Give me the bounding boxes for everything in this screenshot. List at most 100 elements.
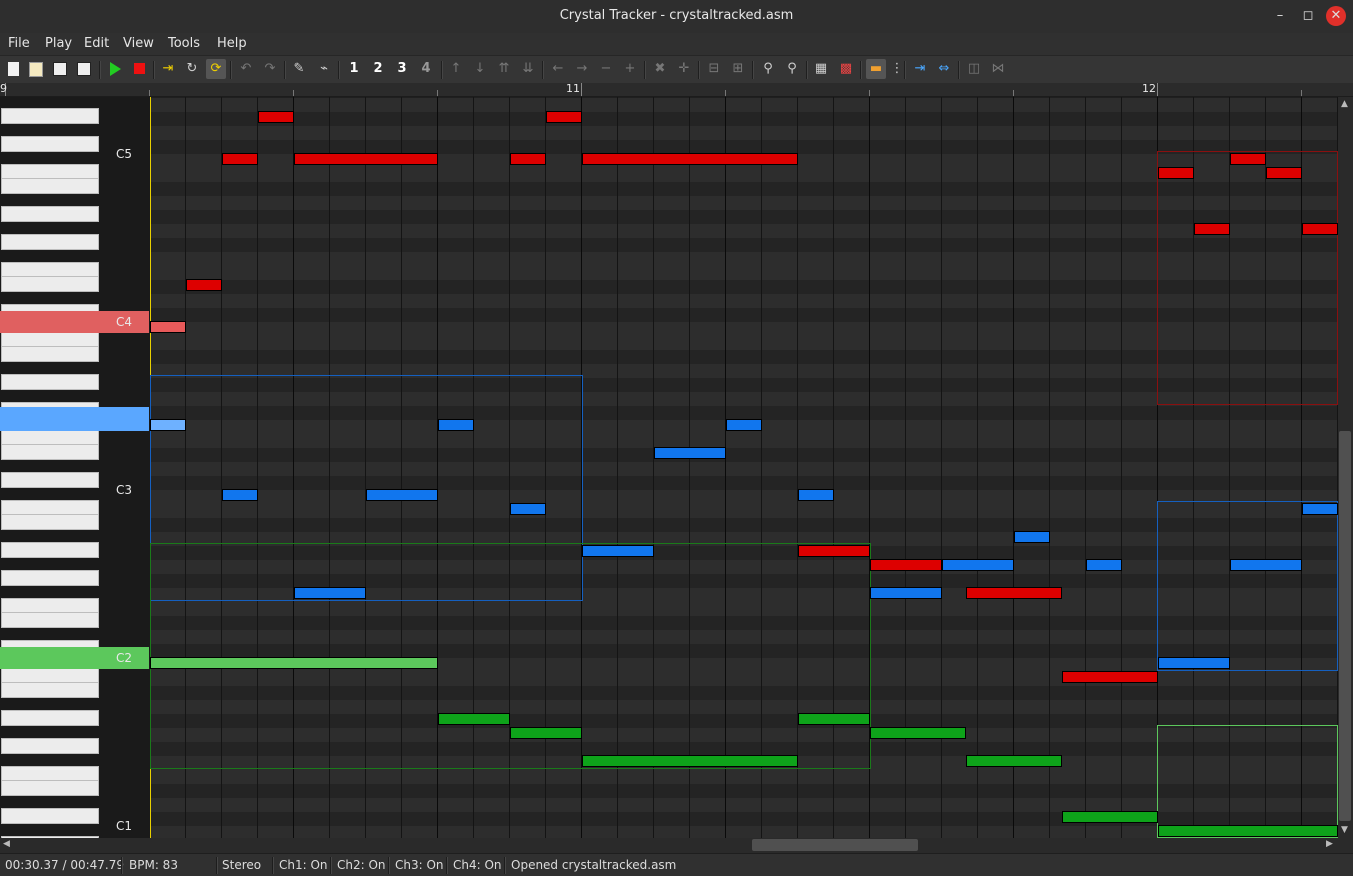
piano-key[interactable] xyxy=(1,542,99,558)
note[interactable] xyxy=(1230,559,1302,571)
horizontal-scrollbar[interactable]: ◀ ▶ xyxy=(0,838,1338,853)
channel-3-button[interactable]: 3 xyxy=(392,59,412,79)
note[interactable] xyxy=(1302,503,1338,515)
waveform-icon[interactable]: ◫ xyxy=(964,59,984,79)
note[interactable] xyxy=(294,587,366,599)
split-icon[interactable]: ✛ xyxy=(674,59,694,79)
menu-view[interactable]: View xyxy=(123,36,154,51)
redo-icon[interactable]: ↷ xyxy=(260,59,280,79)
menu-help[interactable]: Help xyxy=(217,36,247,51)
note[interactable] xyxy=(186,279,222,291)
zoom-wide-icon[interactable]: ⇔ xyxy=(934,59,954,79)
save-as-icon[interactable] xyxy=(74,59,94,79)
zoom-out-icon[interactable]: ⚲ xyxy=(758,59,778,79)
note[interactable] xyxy=(258,111,294,123)
note[interactable] xyxy=(654,447,726,459)
open-file-icon[interactable] xyxy=(26,59,46,79)
menu-tools[interactable]: Tools xyxy=(168,36,200,51)
piano-key[interactable] xyxy=(1,710,99,726)
maximize-button[interactable]: ◻ xyxy=(1298,6,1318,26)
piano-key[interactable] xyxy=(1,346,99,362)
note-grid[interactable] xyxy=(150,97,1338,838)
menu-edit[interactable]: Edit xyxy=(84,36,109,51)
note[interactable] xyxy=(366,489,438,501)
piano-key[interactable] xyxy=(1,374,99,390)
channel-1-button[interactable]: 1 xyxy=(344,59,364,79)
glue-icon[interactable]: ⊟ xyxy=(704,59,724,79)
note[interactable] xyxy=(510,727,582,739)
note[interactable] xyxy=(1014,531,1050,543)
note[interactable] xyxy=(966,755,1062,767)
note[interactable] xyxy=(726,419,762,431)
scroll-down-icon[interactable]: ▼ xyxy=(1341,825,1348,835)
note[interactable] xyxy=(438,713,510,725)
note[interactable] xyxy=(942,559,1014,571)
stop-icon[interactable] xyxy=(129,59,149,79)
delete-icon[interactable]: ✖ xyxy=(650,59,670,79)
note[interactable] xyxy=(1302,223,1338,235)
note[interactable] xyxy=(870,559,942,571)
piano-key[interactable] xyxy=(1,136,99,152)
piano-key[interactable] xyxy=(1,178,99,194)
lengthen-icon[interactable]: + xyxy=(620,59,640,79)
piano-key[interactable] xyxy=(1,234,99,250)
note[interactable] xyxy=(798,545,870,557)
note[interactable] xyxy=(150,419,186,431)
note[interactable] xyxy=(222,153,258,165)
note[interactable] xyxy=(222,489,258,501)
menu-file[interactable]: File xyxy=(8,36,30,51)
note[interactable] xyxy=(1194,223,1230,235)
note[interactable] xyxy=(1158,167,1194,179)
play-icon[interactable] xyxy=(105,59,125,79)
piano-key[interactable] xyxy=(1,472,99,488)
filter-icon[interactable]: ⋈ xyxy=(988,59,1008,79)
minimize-button[interactable]: – xyxy=(1270,6,1290,26)
pencil-icon[interactable]: ✎ xyxy=(289,59,309,79)
zoom-in-icon[interactable]: ⚲ xyxy=(782,59,802,79)
save-icon[interactable] xyxy=(50,59,70,79)
loop-icon[interactable]: ↻ xyxy=(182,59,202,79)
note[interactable] xyxy=(870,727,966,739)
note[interactable] xyxy=(582,755,798,767)
new-file-icon[interactable] xyxy=(3,59,23,79)
piano-key[interactable] xyxy=(1,108,99,124)
vertical-scrollbar[interactable]: ▲ ▼ xyxy=(1338,97,1353,838)
timeline-ruler[interactable]: 9 11 12 xyxy=(0,82,1353,97)
note[interactable] xyxy=(294,153,438,165)
note[interactable] xyxy=(1158,657,1230,669)
undo-icon[interactable]: ↶ xyxy=(236,59,256,79)
piano-key[interactable] xyxy=(1,514,99,530)
piano-key[interactable] xyxy=(1,444,99,460)
vertical-scroll-thumb[interactable] xyxy=(1339,431,1351,821)
horizontal-scroll-thumb[interactable] xyxy=(752,839,918,851)
note[interactable] xyxy=(1086,559,1122,571)
note[interactable] xyxy=(1230,153,1266,165)
note[interactable] xyxy=(510,503,546,515)
scroll-right-icon[interactable]: ▶ xyxy=(1326,839,1333,849)
piano-key[interactable] xyxy=(1,276,99,292)
note[interactable] xyxy=(582,545,654,557)
piano-key[interactable] xyxy=(1,682,99,698)
channel-4-button[interactable]: 4 xyxy=(416,59,436,79)
note[interactable] xyxy=(438,419,474,431)
pitch-down-icon[interactable]: ↓ xyxy=(470,59,490,79)
note[interactable] xyxy=(150,657,438,669)
close-button[interactable]: ✕ xyxy=(1326,6,1346,26)
note[interactable] xyxy=(1158,825,1338,837)
note[interactable] xyxy=(798,713,870,725)
continuous-scroll-icon[interactable]: ⟳ xyxy=(206,59,226,79)
piano-key[interactable] xyxy=(1,780,99,796)
octave-up-icon[interactable]: ⇈ xyxy=(494,59,514,79)
octave-down-icon[interactable]: ⇊ xyxy=(518,59,538,79)
note-names-icon[interactable]: ▩ xyxy=(836,59,856,79)
piano-keyboard[interactable]: C5 C4 C3 C2 C1 xyxy=(0,97,150,838)
scroll-up-icon[interactable]: ▲ xyxy=(1341,99,1348,109)
piano-key[interactable] xyxy=(1,612,99,628)
piano-key[interactable] xyxy=(1,206,99,222)
move-left-icon[interactable]: ← xyxy=(548,59,568,79)
scroll-left-icon[interactable]: ◀ xyxy=(3,839,10,849)
channel-2-button[interactable]: 2 xyxy=(368,59,388,79)
key-labels-icon[interactable]: ▦ xyxy=(811,59,831,79)
unglue-icon[interactable]: ⊞ xyxy=(728,59,748,79)
menu-play[interactable]: Play xyxy=(45,36,72,51)
